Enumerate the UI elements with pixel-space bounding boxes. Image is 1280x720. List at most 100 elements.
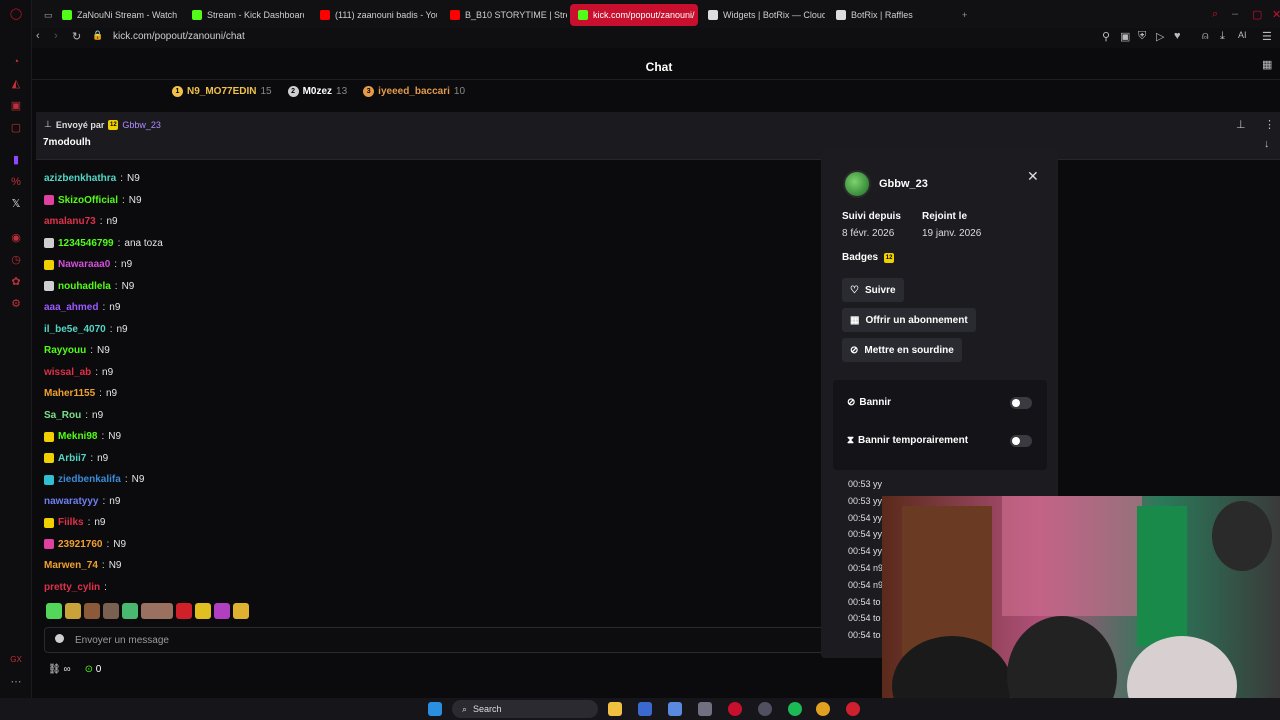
clock-icon[interactable]: ◷ (8, 252, 24, 268)
expand-icon[interactable]: ↓ (1264, 138, 1270, 150)
chat-username[interactable]: 23921760 (58, 539, 103, 550)
tab-zanouni-stream[interactable]: ZaNouNi Stream - Watch L (54, 4, 178, 26)
message-input[interactable]: Envoyer un message (44, 627, 834, 653)
chat-username[interactable]: Sa_Rou (44, 410, 81, 421)
chat-username[interactable]: azizbenkhathra (44, 173, 116, 184)
twitch-icon[interactable]: ▮ (8, 152, 24, 168)
chat-username[interactable]: ziedbenkalifa (58, 474, 121, 485)
pinned-user[interactable]: Gbbw_23 (122, 120, 161, 130)
emote-icon[interactable] (65, 603, 81, 619)
settings-icon[interactable]: ⚙ (8, 296, 24, 312)
chat-username[interactable]: Fiilks (58, 517, 84, 528)
points-icon[interactable]: ⊙ 0 (85, 664, 102, 675)
user-name[interactable]: Gbbw_23 (879, 178, 928, 190)
download-icon[interactable]: ⤓ (1220, 30, 1225, 43)
ban-toggle[interactable] (1010, 397, 1032, 409)
heart-icon[interactable]: ♥ (1174, 30, 1181, 42)
bookmarks-icon[interactable]: ▣ (8, 98, 24, 114)
search-tabs-icon[interactable]: ⌕ (1212, 8, 1218, 21)
emote-icon[interactable] (141, 603, 173, 619)
chat-username[interactable]: pretty_cylin (44, 582, 100, 593)
chat-username[interactable]: aaa_ahmed (44, 302, 98, 313)
new-tab-icon[interactable]: + (954, 4, 974, 26)
tab-botrix-raffles[interactable]: BotRix | Raffles (828, 4, 948, 26)
follow-button[interactable]: ♡ Suivre (842, 278, 904, 302)
copilot-icon[interactable] (668, 702, 682, 716)
back-icon[interactable]: ‹ (36, 30, 40, 42)
taskbar-search[interactable]: ⌕ Search (452, 700, 598, 718)
chat-username[interactable]: nawaratyyy (44, 496, 98, 507)
emote-icon[interactable] (84, 603, 100, 619)
percent-icon[interactable]: % (8, 174, 24, 190)
chat-username[interactable]: Mekni98 (58, 431, 97, 442)
tab-kick-popout[interactable]: kick.com/popout/zanouni/ (570, 4, 698, 26)
store-icon[interactable] (638, 702, 652, 716)
chat-username[interactable]: Maher1155 (44, 388, 95, 399)
url-field[interactable]: kick.com/popout/zanouni/chat (113, 31, 245, 42)
close-icon[interactable]: ✕ (1027, 168, 1039, 185)
chat-username[interactable]: Nawaraaa0 (58, 259, 110, 270)
account-icon[interactable]: ⍝ (1202, 30, 1209, 43)
emote-icon[interactable] (46, 603, 62, 619)
emote-icon[interactable] (214, 603, 230, 619)
opera-gx-icon[interactable] (728, 702, 742, 716)
emote-icon[interactable] (103, 603, 119, 619)
history-icon[interactable]: ▢ (8, 120, 24, 136)
leader-item[interactable]: 2 M0zez 13 (287, 86, 347, 97)
chat-username[interactable]: nouhadlela (58, 281, 111, 292)
emote-icon[interactable] (122, 603, 138, 619)
extensions-icon[interactable]: ✿ (8, 274, 24, 290)
tab-youtube-zaanouni[interactable]: (111) zaanouni badis - YouT (312, 4, 437, 26)
link-icon[interactable]: ⛓ ∞ (48, 664, 71, 675)
tab-kick-dashboard[interactable]: Stream - Kick Dashboard (184, 4, 304, 26)
pin-toggle-icon[interactable]: ⊥ (1236, 118, 1246, 131)
leader-item[interactable]: 3 iyeeed_baccari 10 (363, 86, 465, 97)
file-explorer-icon[interactable] (608, 702, 622, 716)
chrome-icon[interactable] (816, 702, 830, 716)
calculator-icon[interactable] (698, 702, 712, 716)
emote-icon[interactable] (233, 603, 249, 619)
opera-icon[interactable]: ◯ (8, 6, 24, 22)
tab-youtube-storytime[interactable]: B_B10 STORYTIME | Stream (442, 4, 567, 26)
chat-username[interactable]: 1234546799 (58, 238, 114, 249)
reload-icon[interactable]: ↻ (72, 30, 81, 43)
snapshot-icon[interactable]: ▣ (1120, 30, 1130, 43)
more-icon[interactable]: ⋯ (8, 674, 24, 690)
chat-username[interactable]: Arbii7 (58, 453, 86, 464)
chat-settings-icon[interactable]: ▦ (1262, 58, 1272, 71)
play-icon[interactable]: ▷ (1156, 30, 1164, 43)
chat-username[interactable]: il_be5e_4070 (44, 324, 106, 335)
chat-username[interactable]: SkizoOfficial (58, 195, 118, 206)
emote-picker-icon[interactable] (55, 634, 64, 643)
x-icon[interactable]: 𝕏 (8, 196, 24, 212)
obs-icon[interactable] (758, 702, 772, 716)
maximize-icon[interactable]: ▢ (1252, 8, 1262, 21)
music-icon[interactable]: ◉ (8, 230, 24, 246)
app-icon[interactable] (846, 702, 860, 716)
chat-username[interactable]: amalanu73 (44, 216, 96, 227)
pin-icon[interactable]: ⚲ (1102, 30, 1110, 43)
more-options-icon[interactable]: ⋮ (1264, 118, 1275, 131)
forward-icon[interactable]: › (54, 30, 58, 42)
timeout-toggle[interactable] (1010, 435, 1032, 447)
speed-dial-icon[interactable]: ◔ (8, 54, 24, 70)
aria-icon[interactable]: ◭ (8, 76, 24, 92)
menu-icon[interactable]: ☰ (1262, 30, 1272, 43)
windows-start-icon[interactable] (428, 702, 442, 716)
leader-item[interactable]: 1 N9_MO77EDIN 15 (172, 86, 272, 97)
spotify-icon[interactable] (788, 702, 802, 716)
close-window-icon[interactable]: ✕ (1272, 8, 1280, 21)
gx-icon[interactable]: GX (8, 652, 24, 668)
shield-icon[interactable]: ⛨ (1138, 30, 1146, 43)
mute-button[interactable]: ⊘ Mettre en sourdine (842, 338, 962, 362)
emote-icon[interactable] (195, 603, 211, 619)
emote-icon[interactable] (176, 603, 192, 619)
chat-username[interactable]: Rayyouu (44, 345, 86, 356)
chat-username[interactable]: Marwen_74 (44, 560, 98, 571)
chat-username[interactable]: wissal_ab (44, 367, 91, 378)
gift-sub-button[interactable]: ▦ Offrir un abonnement (842, 308, 976, 332)
ai-icon[interactable]: AI (1238, 30, 1247, 40)
tab-botrix-widgets[interactable]: Widgets | BotRix — Cloud (700, 4, 825, 26)
minimize-icon[interactable]: – (1232, 8, 1238, 20)
user-badge (44, 281, 54, 292)
